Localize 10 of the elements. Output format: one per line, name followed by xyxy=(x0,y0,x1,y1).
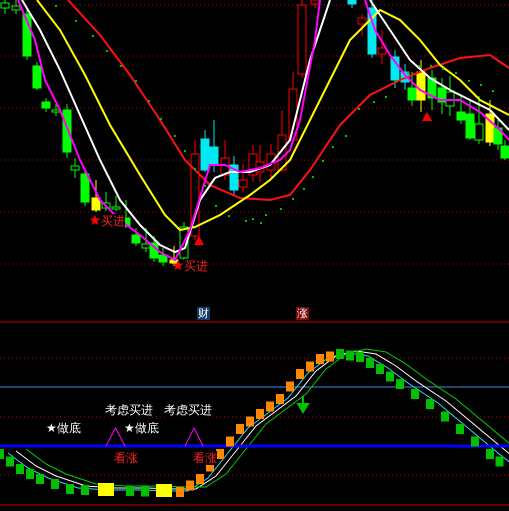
signal-label: 买进 xyxy=(184,259,208,273)
signal-label: 买进 xyxy=(101,214,125,228)
annotation-label: 考虑买进 xyxy=(105,403,153,417)
annotation-label: ★做底 xyxy=(46,421,81,435)
annotation-label: 看涨 xyxy=(114,451,138,465)
annotation-label: ★做底 xyxy=(124,421,159,435)
indicator-tag: 涨 xyxy=(296,307,309,320)
annotation-label: 看涨 xyxy=(193,451,217,465)
indicator-tag: 财 xyxy=(197,307,210,320)
annotation-label: 考虑买进 xyxy=(164,403,212,417)
